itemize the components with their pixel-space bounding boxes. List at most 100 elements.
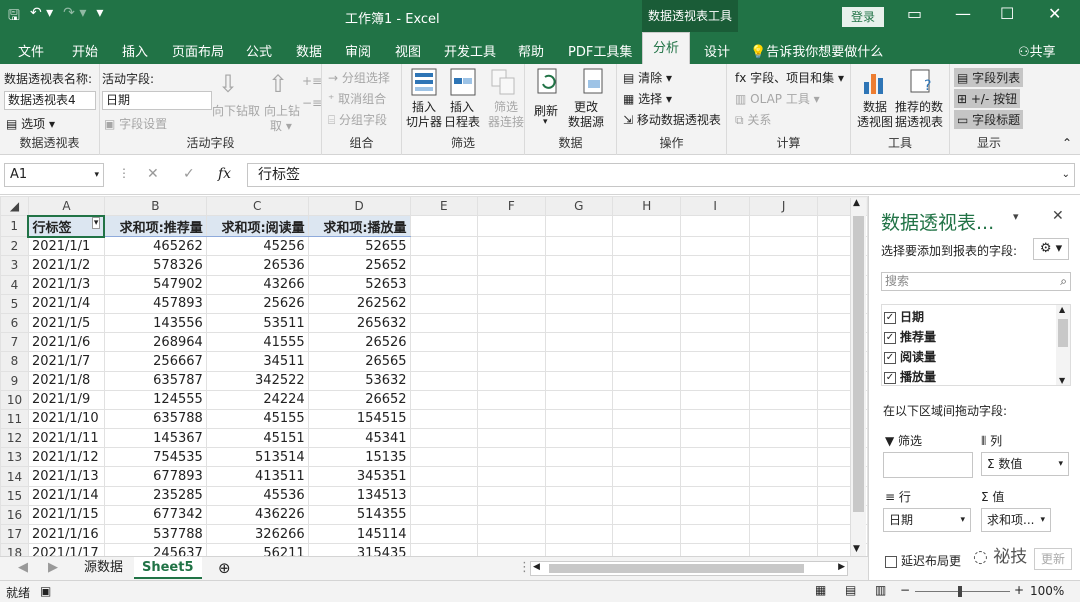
cell[interactable] bbox=[544, 255, 613, 276]
cell[interactable] bbox=[477, 274, 546, 295]
row-header[interactable]: 1 bbox=[0, 215, 29, 238]
row-header[interactable]: 14 bbox=[0, 466, 29, 487]
tab-file[interactable]: 文件 bbox=[18, 41, 44, 60]
value-cell[interactable]: 457893 bbox=[103, 293, 207, 314]
cell[interactable] bbox=[544, 485, 613, 506]
row-label-cell[interactable]: 2021/1/8 bbox=[27, 370, 105, 391]
cell[interactable] bbox=[611, 447, 682, 468]
login-button[interactable]: 登录 bbox=[842, 7, 884, 27]
value-cell[interactable]: 26565 bbox=[307, 351, 411, 372]
row-label-cell[interactable]: 2021/1/4 bbox=[27, 293, 105, 314]
horizontal-scrollbar[interactable]: ◀ ▶ bbox=[530, 561, 848, 576]
cell[interactable] bbox=[748, 523, 819, 545]
tab-page-layout[interactable]: 页面布局 bbox=[172, 41, 224, 60]
fields-items-sets-button[interactable]: fx 字段、项目和集 ▾ bbox=[735, 69, 844, 86]
value-cell[interactable]: 245637 bbox=[103, 543, 207, 556]
pivot-value-header[interactable]: 求和项:阅读量 bbox=[205, 215, 309, 238]
cell[interactable] bbox=[409, 370, 479, 391]
row-header[interactable]: 3 bbox=[0, 255, 29, 276]
value-cell[interactable]: 345351 bbox=[307, 466, 411, 487]
cell[interactable] bbox=[611, 466, 682, 487]
group-selection-button[interactable]: → 分组选择 bbox=[328, 69, 390, 86]
cell[interactable] bbox=[748, 274, 819, 295]
cancel-icon[interactable]: ✕ bbox=[147, 166, 159, 182]
cell[interactable] bbox=[409, 215, 479, 238]
row-label-cell[interactable]: 2021/1/11 bbox=[27, 428, 105, 449]
enter-icon[interactable]: ✓ bbox=[183, 166, 195, 182]
value-cell[interactable]: 265632 bbox=[307, 312, 411, 334]
value-cell[interactable]: 45536 bbox=[205, 485, 309, 506]
column-field-dropdown[interactable]: Σ 数值 ▾ bbox=[981, 452, 1069, 476]
cell[interactable] bbox=[748, 543, 819, 556]
column-header[interactable]: G bbox=[544, 196, 613, 217]
row-label-cell[interactable]: 2021/1/2 bbox=[27, 255, 105, 276]
value-cell[interactable]: 26526 bbox=[307, 332, 411, 353]
row-label-cell[interactable]: 2021/1/12 bbox=[27, 447, 105, 468]
value-cell[interactable]: 53632 bbox=[307, 370, 411, 391]
customize-qat-icon[interactable]: ▾ bbox=[96, 5, 103, 29]
select-button[interactable]: ▦ 选择 ▾ bbox=[623, 90, 672, 107]
pane-options-icon[interactable]: ▾ bbox=[1013, 210, 1019, 223]
row-header[interactable]: 17 bbox=[0, 523, 29, 545]
cell[interactable] bbox=[611, 504, 682, 526]
field-item[interactable]: ✓ 推荐量 bbox=[884, 328, 936, 345]
cell[interactable] bbox=[680, 370, 750, 391]
cell[interactable] bbox=[544, 215, 613, 238]
value-cell[interactable]: 513514 bbox=[205, 447, 309, 468]
row-label-cell[interactable]: 2021/1/16 bbox=[27, 523, 105, 545]
zoom-out-icon[interactable]: − bbox=[900, 583, 910, 597]
row-label-cell[interactable]: 2021/1/5 bbox=[27, 312, 105, 334]
field-item[interactable]: ✓ 日期 bbox=[884, 308, 924, 325]
cell[interactable] bbox=[748, 485, 819, 506]
filter-connections-button[interactable]: 筛选 器连接 bbox=[488, 100, 524, 130]
row-header[interactable]: 5 bbox=[0, 293, 29, 314]
pivot-name-input[interactable]: 数据透视表4 bbox=[4, 91, 96, 110]
cell[interactable] bbox=[680, 236, 750, 257]
page-break-view-icon[interactable]: ▥ bbox=[875, 583, 886, 597]
value-cell[interactable]: 436226 bbox=[205, 504, 309, 526]
collapse-ribbon-icon[interactable]: ⌃ bbox=[1062, 136, 1072, 150]
cell[interactable] bbox=[611, 332, 682, 353]
value-cell[interactable]: 45151 bbox=[205, 428, 309, 449]
redo-icon[interactable]: ↷ ▾ bbox=[63, 5, 86, 29]
h-scroll-thumb[interactable] bbox=[549, 564, 804, 573]
field-list-scrollbar[interactable]: ▲ ▼ bbox=[1056, 305, 1070, 385]
next-sheet-icon[interactable]: ▶ bbox=[40, 557, 66, 579]
cell[interactable] bbox=[477, 389, 546, 410]
cell[interactable] bbox=[544, 408, 613, 430]
value-cell[interactable]: 25626 bbox=[205, 293, 309, 314]
cell[interactable] bbox=[409, 312, 479, 334]
zoom-in-icon[interactable]: + bbox=[1014, 583, 1024, 597]
cell[interactable] bbox=[409, 466, 479, 487]
cell[interactable] bbox=[477, 236, 546, 257]
value-cell[interactable]: 677342 bbox=[103, 504, 207, 526]
cell[interactable] bbox=[477, 428, 546, 449]
row-header[interactable]: 7 bbox=[0, 332, 29, 353]
options-button[interactable]: ▤ 选项 ▾ bbox=[6, 115, 55, 132]
cell[interactable] bbox=[544, 504, 613, 526]
tab-help[interactable]: 帮助 bbox=[518, 41, 544, 60]
update-button[interactable]: 更新 bbox=[1034, 548, 1072, 570]
tab-design[interactable]: 设计 bbox=[704, 41, 730, 60]
value-field-dropdown[interactable]: 求和项... ▾ bbox=[981, 508, 1051, 532]
value-cell[interactable]: 262562 bbox=[307, 293, 411, 314]
value-cell[interactable]: 465262 bbox=[103, 236, 207, 257]
cell[interactable] bbox=[544, 447, 613, 468]
scroll-up-icon[interactable]: ▲ bbox=[853, 198, 860, 208]
cell[interactable] bbox=[544, 523, 613, 545]
cell[interactable] bbox=[544, 428, 613, 449]
value-cell[interactable]: 145114 bbox=[307, 523, 411, 545]
cell[interactable] bbox=[748, 504, 819, 526]
cell[interactable] bbox=[748, 466, 819, 487]
value-cell[interactable]: 45341 bbox=[307, 428, 411, 449]
value-cell[interactable]: 315435 bbox=[307, 543, 411, 556]
cell[interactable] bbox=[680, 466, 750, 487]
cell[interactable] bbox=[748, 215, 819, 238]
worksheet-grid[interactable]: ◢ A B C D E F G H I J 1 行标签 ▾ 求和项:推荐量 求和项… bbox=[0, 196, 868, 556]
defer-update-checkbox[interactable]: 延迟布局更 bbox=[885, 552, 961, 569]
cell[interactable] bbox=[409, 523, 479, 545]
value-cell[interactable]: 413511 bbox=[205, 466, 309, 487]
cell[interactable] bbox=[477, 447, 546, 468]
row-label-cell[interactable]: 2021/1/17 bbox=[27, 543, 105, 556]
expand-field-icon[interactable]: +≡ bbox=[302, 74, 322, 88]
